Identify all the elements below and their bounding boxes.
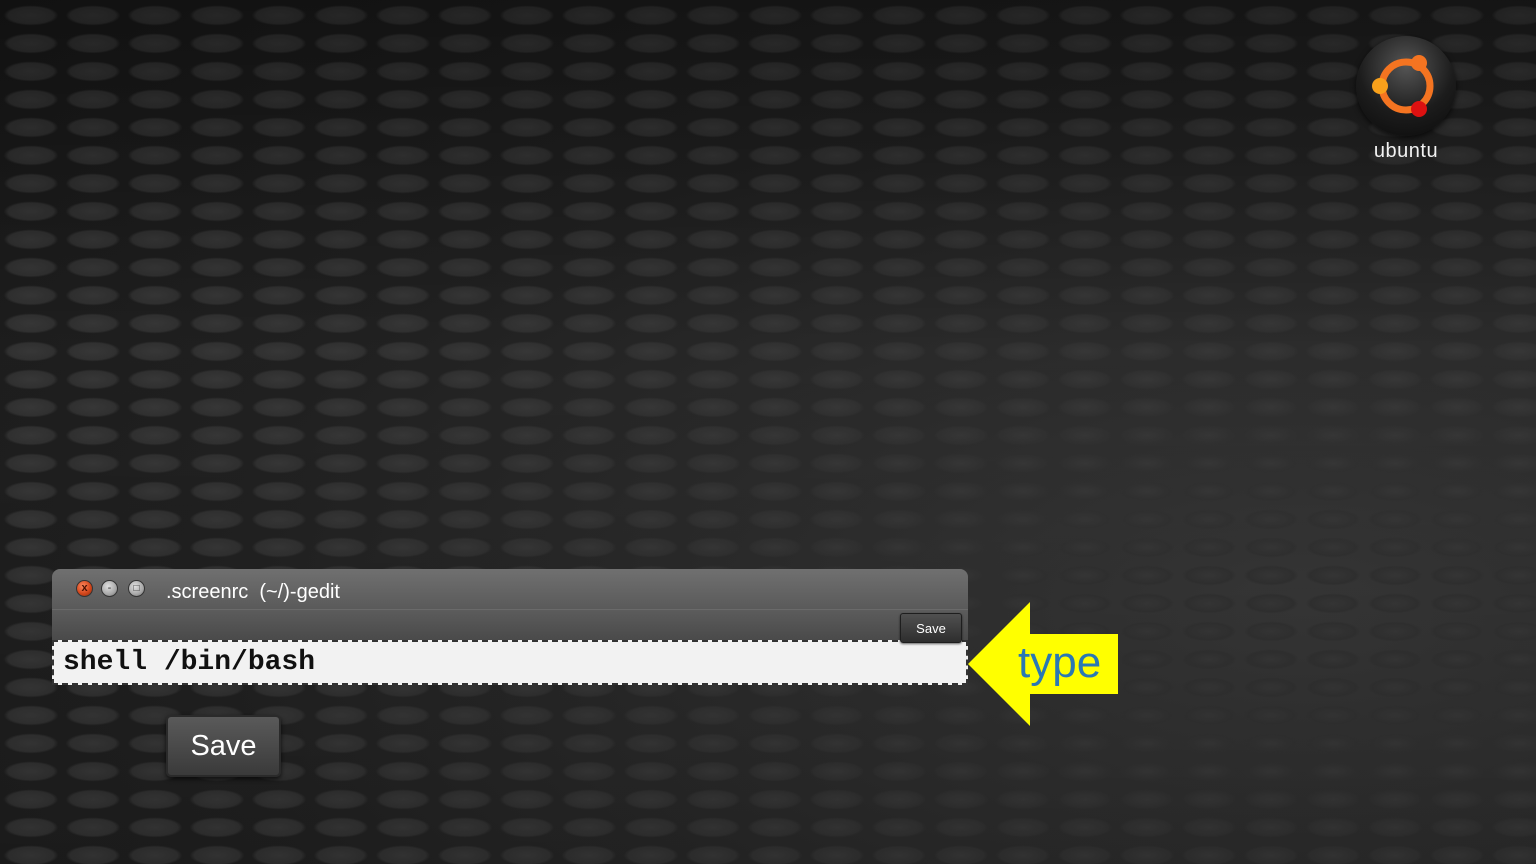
ubuntu-logo-icon: [1356, 36, 1456, 136]
save-button[interactable]: Save: [166, 715, 281, 777]
close-icon[interactable]: x: [76, 580, 93, 597]
editor-content[interactable]: shell /bin/bash: [63, 647, 315, 678]
minimize-icon[interactable]: -: [101, 580, 118, 597]
toolbar-save-button[interactable]: Save: [900, 613, 962, 643]
maximize-icon[interactable]: □: [128, 580, 145, 597]
gedit-window: x - □ .screenrc (~/)-gedit Save shell /b…: [52, 569, 968, 685]
callout-label: type: [1018, 638, 1102, 687]
editor-text-area[interactable]: shell /bin/bash: [52, 640, 968, 685]
ubuntu-logo: ubuntu: [1354, 36, 1458, 163]
type-callout: type: [968, 602, 1120, 726]
window-titlebar[interactable]: x - □ .screenrc (~/)-gedit: [52, 569, 968, 609]
window-toolbar: Save: [52, 609, 968, 643]
window-title: .screenrc (~/)-gedit: [166, 581, 340, 603]
desktop-background: ubuntu x - □ .screenrc (~/)-gedit Save s…: [0, 0, 1536, 864]
ubuntu-logo-text: ubuntu: [1373, 140, 1439, 162]
